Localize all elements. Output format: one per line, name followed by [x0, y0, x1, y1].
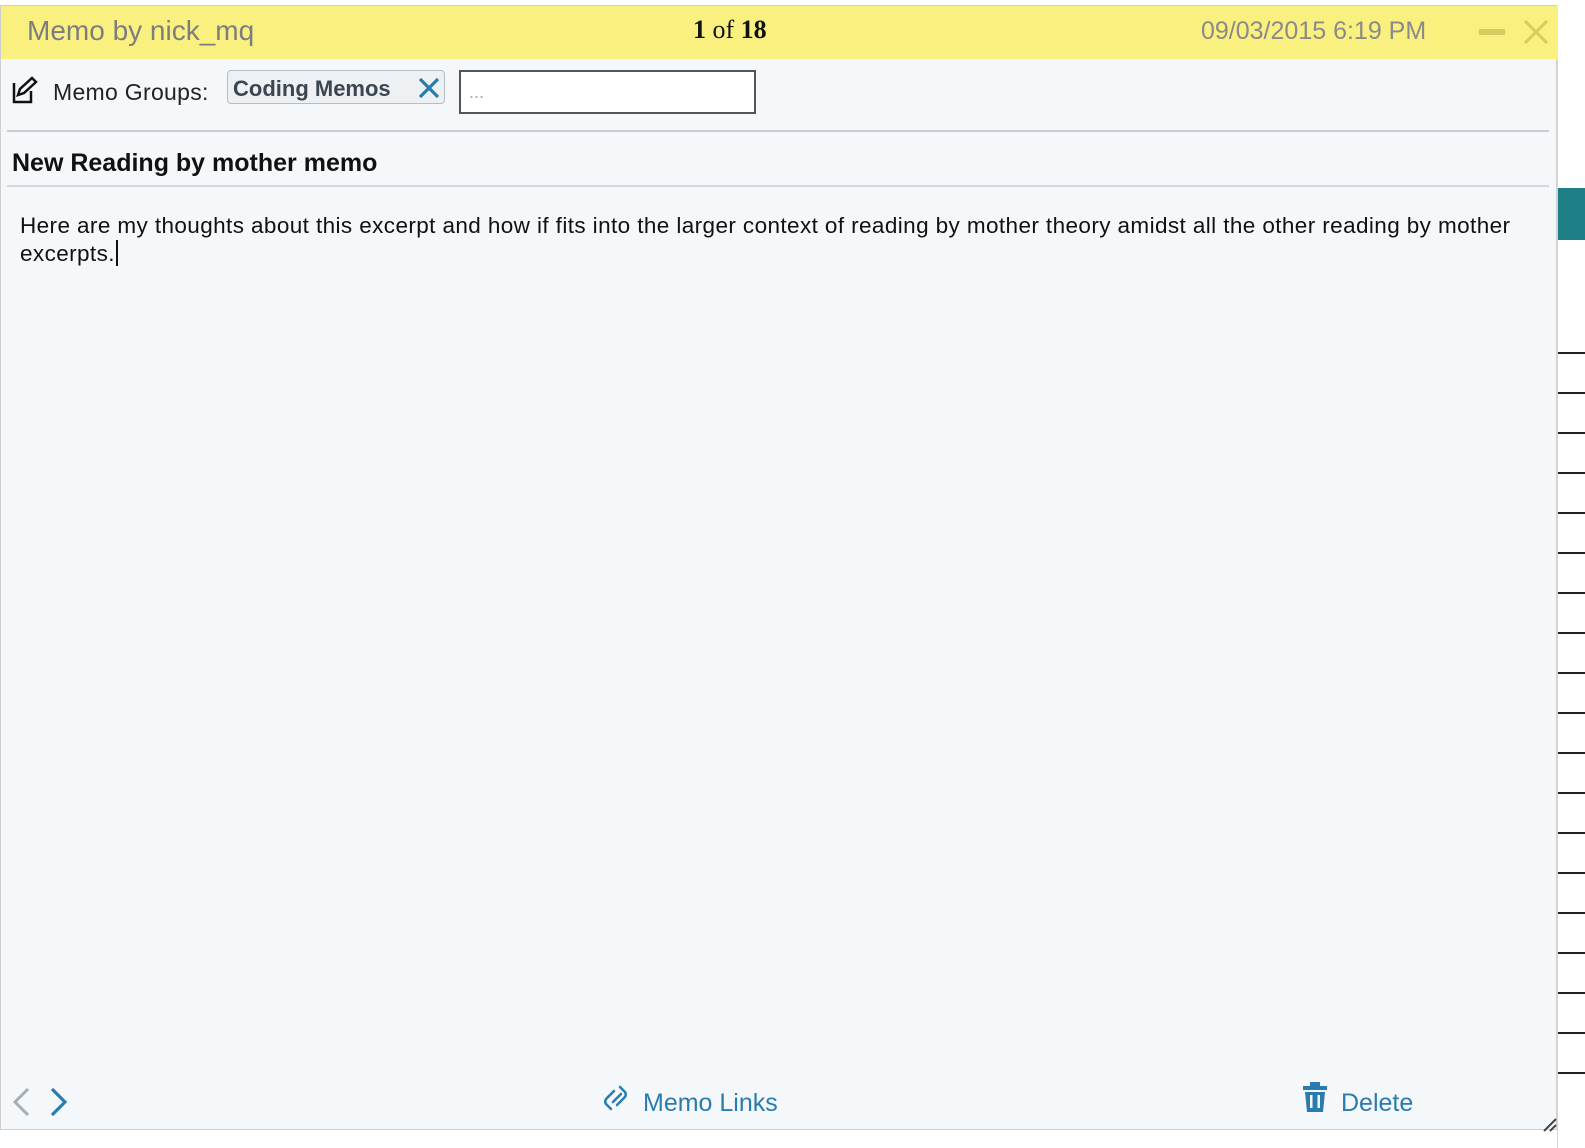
memo-counter: 1 of 18: [693, 15, 767, 45]
divider: [7, 130, 1549, 132]
memo-group-input[interactable]: [459, 70, 756, 114]
memo-body-editor[interactable]: Here are my thoughts about this excerpt …: [20, 212, 1520, 268]
memo-group-tag-label: Coding Memos: [233, 76, 391, 101]
background-rule: [1558, 672, 1585, 674]
counter-of: of: [712, 15, 735, 44]
background-rule: [1558, 792, 1585, 794]
background-rule: [1558, 632, 1585, 634]
memo-heading[interactable]: New Reading by mother memo: [12, 149, 377, 178]
memo-body-text: Here are my thoughts about this excerpt …: [20, 213, 1511, 266]
background-rule: [1558, 1072, 1585, 1074]
background-rule: [1558, 472, 1585, 474]
counter-total: 18: [740, 15, 767, 44]
memo-titlebar[interactable]: Memo by nick_mq 1 of 18 09/03/2015 6:19 …: [1, 6, 1558, 59]
memo-groups-row: Memo Groups: Coding Memos: [1, 59, 1558, 129]
background-rule: [1558, 992, 1585, 994]
memo-groups-label: Memo Groups:: [53, 79, 209, 105]
memo-dialog: Memo by nick_mq 1 of 18 09/03/2015 6:19 …: [0, 5, 1558, 1132]
chevron-left-icon[interactable]: [9, 1085, 33, 1119]
tag-remove-icon[interactable]: [416, 75, 442, 101]
edit-memo-icon[interactable]: [11, 75, 39, 105]
close-icon[interactable]: [1520, 16, 1552, 48]
memo-timestamp: 09/03/2015 6:19 PM: [1201, 17, 1427, 45]
background-page-edge: [1557, 60, 1585, 1148]
chevron-right-icon[interactable]: [47, 1085, 71, 1119]
text-caret: [115, 240, 118, 266]
link-icon: [601, 1081, 633, 1115]
background-rule: [1558, 912, 1585, 914]
background-teal-block: [1558, 188, 1585, 240]
memo-footer: Memo Links Delete: [1, 1071, 1558, 1131]
background-bottom-bar: [0, 1130, 1585, 1148]
resize-grip-icon[interactable]: [1541, 1116, 1557, 1132]
delete-label: Delete: [1341, 1089, 1414, 1117]
memo-group-tag: Coding Memos: [227, 70, 445, 104]
background-rule: [1558, 712, 1585, 714]
memo-links-label: Memo Links: [643, 1089, 778, 1117]
divider: [7, 185, 1549, 187]
background-rule: [1558, 952, 1585, 954]
background-rule: [1558, 352, 1585, 354]
minimize-icon[interactable]: [1479, 29, 1505, 35]
background-rule: [1558, 392, 1585, 394]
counter-current: 1: [693, 15, 706, 44]
background-rule: [1558, 512, 1585, 514]
background-rule: [1558, 552, 1585, 554]
memo-title: Memo by nick_mq: [27, 15, 255, 46]
background-rule: [1558, 872, 1585, 874]
background-rule: [1558, 752, 1585, 754]
background-rule: [1558, 592, 1585, 594]
background-rule: [1558, 832, 1585, 834]
background-rule: [1558, 1032, 1585, 1034]
background-rule: [1558, 432, 1585, 434]
trash-icon: [1301, 1081, 1329, 1113]
